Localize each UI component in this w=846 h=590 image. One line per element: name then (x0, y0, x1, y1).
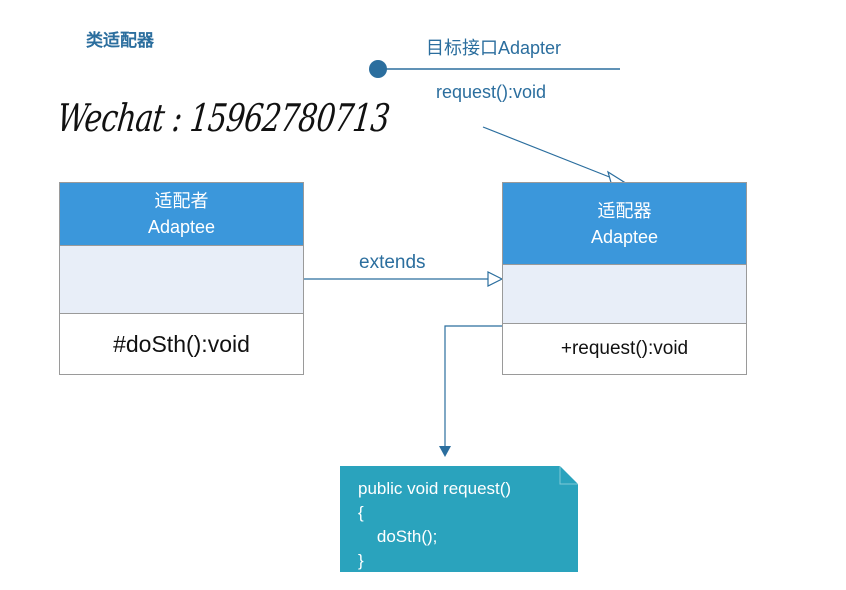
adapter-name-cn: 适配器 (597, 201, 652, 221)
code-note-line: { (358, 503, 364, 522)
code-note: public void request() { doSth(); } (358, 477, 511, 573)
adaptee-name-en: Adaptee (147, 217, 216, 237)
realization-line (482, 126, 613, 179)
adapter-name-en: Adaptee (590, 227, 659, 247)
adapter-class-box: 适配器 Adaptee +request():void (502, 182, 747, 375)
adapter-class-header: 适配器 Adaptee (503, 183, 746, 265)
extends-label: extends (359, 252, 426, 273)
adaptee-class-header: 适配者 Adaptee (60, 183, 303, 246)
adaptee-operation: #doSth():void (113, 331, 250, 357)
adaptee-class-box: 适配者 Adaptee #doSth():void (59, 182, 304, 375)
note-connector-line (444, 325, 502, 450)
code-note-line: } (358, 551, 364, 570)
note-arrowhead-icon (439, 446, 451, 457)
code-note-line: public void request() (358, 479, 512, 498)
code-note-line: doSth(); (358, 527, 438, 546)
adaptee-attributes (60, 246, 303, 314)
adaptee-name-cn: 适配者 (154, 191, 209, 211)
interface-method: request():void (436, 82, 547, 102)
extends-arrowhead-icon (487, 271, 504, 287)
interface-name: 目标接口Adapter (426, 38, 562, 58)
adapter-attributes (503, 265, 746, 324)
adapter-operation: +request():void (560, 338, 689, 359)
